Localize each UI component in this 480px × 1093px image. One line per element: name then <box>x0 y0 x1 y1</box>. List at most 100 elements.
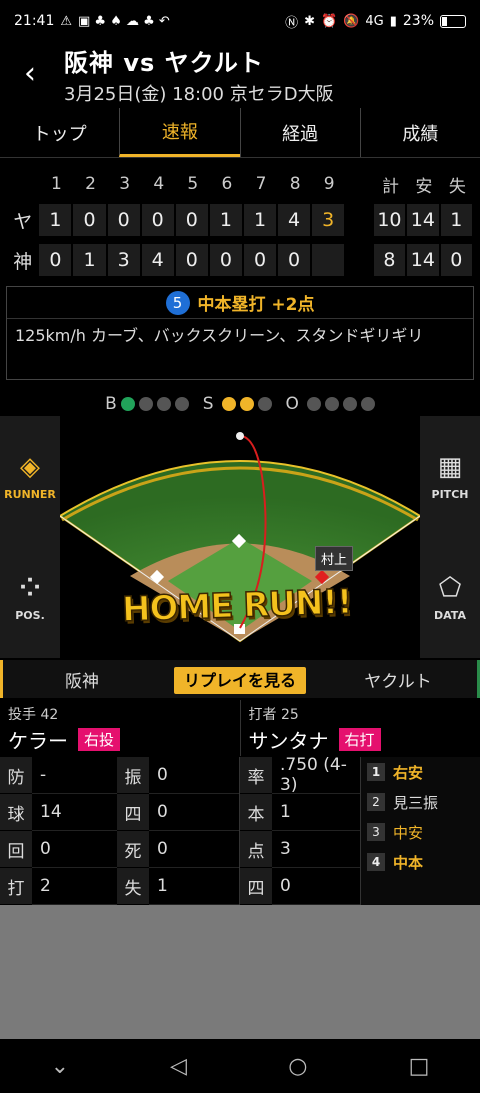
away-team-tab[interactable]: ヤクルト <box>319 667 477 692</box>
position-label: POS. <box>15 609 45 622</box>
stat-value: 0 <box>272 868 360 905</box>
stat-value: 14 <box>32 794 117 831</box>
ball-dot <box>120 397 135 411</box>
total-runs: 8 <box>373 244 408 276</box>
recents-square-icon[interactable]: □ <box>409 1054 430 1079</box>
battery-icon <box>440 14 466 28</box>
inning-score: 0 <box>243 244 279 276</box>
inning-score: 1 <box>39 204 74 236</box>
back-triangle-icon[interactable]: ◁ <box>170 1054 187 1079</box>
batter-stats: 率 .750 (4-3) 本 1 点 3 四 0 <box>240 755 360 905</box>
strike-dot <box>257 397 272 411</box>
inning-score: 1 <box>243 204 279 236</box>
inning-score: 0 <box>141 204 176 236</box>
ball-dot <box>156 397 171 411</box>
stat-value: 0 <box>32 831 117 868</box>
inning-header: 3 <box>119 174 131 194</box>
inning-score: 0 <box>175 204 210 236</box>
ball-dot <box>174 397 189 411</box>
total-hits: 14 <box>407 204 441 236</box>
strikes-label: S <box>202 394 214 414</box>
inning-header: 8 <box>289 174 301 194</box>
system-nav-bar: ⌄ ◁ ○ □ <box>0 1039 480 1093</box>
total-errors: 1 <box>440 204 474 236</box>
pitcher-stats: 防 - 振 0 球 14 四 0 回 0 死 0 打 2 失 1 <box>0 757 239 905</box>
data-button[interactable]: ⬠ DATA <box>420 537 480 658</box>
total-header: 計 <box>381 176 399 197</box>
inning-score: 1 <box>73 244 108 276</box>
home-run-banner: HOME RUN!! <box>121 581 353 630</box>
batter-card[interactable]: 打者 25 サンタナ 右打 <box>241 700 480 756</box>
inning-header: 7 <box>255 174 267 194</box>
at-bat-result: 中本 <box>393 853 424 872</box>
balls-label: B <box>105 394 117 414</box>
radar-chart-icon: ⬠ <box>438 573 462 603</box>
pitcher-hand-badge: 右投 <box>78 728 121 751</box>
inning-score: 4 <box>278 204 313 236</box>
page-title: 阪神 vs ヤクルト <box>64 48 264 77</box>
batter-label: 打者 <box>248 707 277 723</box>
tab-progress[interactable]: 経過 <box>239 108 360 157</box>
home-circle-icon[interactable]: ○ <box>288 1054 307 1079</box>
stat-label: 球 <box>0 794 32 831</box>
stat-value: 0 <box>149 831 239 868</box>
scoreboard-row-home: 神 0 1 3 4 0 0 0 0 8 14 0 <box>6 242 474 278</box>
chevron-down-icon[interactable]: ⌄ <box>51 1054 69 1079</box>
at-bat-number: 3 <box>367 823 385 841</box>
inning-score: 0 <box>73 204 108 236</box>
strike-dot <box>221 397 236 411</box>
data-label: DATA <box>434 609 466 622</box>
batter-name: サンタナ <box>248 729 329 753</box>
runner-name-tag: 村上 <box>315 546 354 571</box>
notification-icons: ▣ ♣ ♠ ☁ ♣ ↶ <box>78 13 170 29</box>
home-team-tab[interactable]: 阪神 <box>3 667 161 692</box>
inning-score: 1 <box>209 204 244 236</box>
pitch-button[interactable]: ▦ PITCH <box>420 416 480 537</box>
nfc-icon: Ⓝ <box>285 15 299 31</box>
stat-value: 0 <box>149 794 239 831</box>
stat-value: 1 <box>149 868 239 905</box>
position-button[interactable]: ⁘ POS. <box>0 537 60 658</box>
stat-label: 四 <box>240 868 272 905</box>
alarm-icon: ⏰ <box>320 13 338 29</box>
network-icon: 4G <box>365 13 384 29</box>
inning-header: 1 <box>51 174 62 194</box>
stat-value: - <box>32 757 117 794</box>
at-bat-result: 右安 <box>393 763 424 782</box>
pitcher-name: ケラー <box>8 729 68 753</box>
tab-live[interactable]: 速報 <box>119 108 240 157</box>
runner-button[interactable]: ◈ RUNNER <box>0 416 60 537</box>
at-bat-result: 見三振 <box>393 793 439 812</box>
inning-header: 5 <box>187 174 199 194</box>
signal-icon: ▮ <box>389 13 397 29</box>
team-switcher: 阪神 リプレイを見る ヤクルト <box>0 660 480 698</box>
tab-top[interactable]: トップ <box>0 108 119 157</box>
at-bat-number: 4 <box>367 853 385 871</box>
inning-score: 3 <box>107 244 142 276</box>
back-arrow-icon[interactable]: ‹ <box>10 59 50 89</box>
inning-score: 0 <box>175 244 210 276</box>
team-name: ヤ <box>13 210 33 233</box>
inning-score: 0 <box>39 244 74 276</box>
inning-score: 0 <box>209 244 244 276</box>
at-bat-item: 2 見三振 <box>361 787 480 817</box>
total-errors: 0 <box>440 244 474 276</box>
stat-label: 回 <box>0 831 32 868</box>
out-dot <box>306 397 321 411</box>
outs-label: O <box>285 394 299 414</box>
tab-stats[interactable]: 成績 <box>359 108 480 157</box>
at-bat-item: 4 中本 <box>361 847 480 877</box>
stat-label: 率 <box>240 757 272 794</box>
pitcher-card[interactable]: 投手 42 ケラー 右投 <box>0 700 241 756</box>
at-bat-item: 3 中安 <box>361 817 480 847</box>
field-view: ◈ RUNNER ⁘ POS. ▦ PITCH ⬠ DATA 村上 HOME R… <box>0 416 480 658</box>
stat-label: 死 <box>117 831 149 868</box>
bluetooth-icon: ✱ <box>304 13 315 29</box>
inning-header: 2 <box>85 174 96 194</box>
replay-button[interactable]: リプレイを見る <box>173 667 306 694</box>
out-dot <box>360 397 375 411</box>
batter-hand-badge: 右打 <box>338 728 381 751</box>
stat-value: .750 (4-3) <box>272 755 360 795</box>
scoreboard-row-away: ヤ 1 0 0 0 0 1 1 4 3 10 14 1 <box>6 202 474 238</box>
play-card: 5 中本塁打 +2点 125km/h カーブ、バックスクリーン、スタンドギリギリ <box>6 286 474 380</box>
